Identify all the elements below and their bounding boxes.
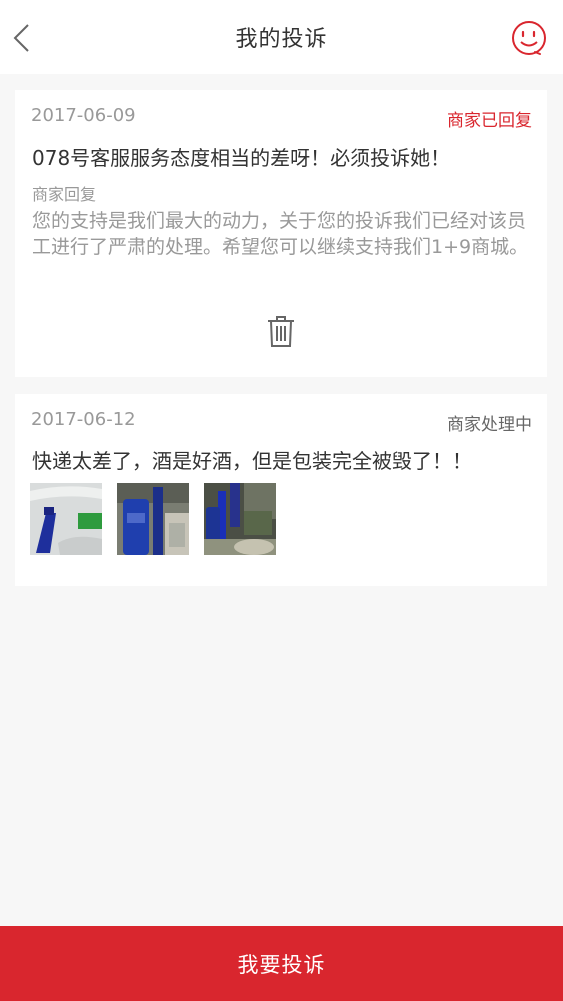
page-title: 我的投诉 bbox=[235, 27, 328, 52]
photo-thumbnail[interactable] bbox=[117, 483, 189, 555]
reply-label: 商家回复 bbox=[32, 185, 97, 204]
photo-list bbox=[30, 483, 276, 555]
complaint-text: 快递太差了，酒是好酒，但是包装完全被毁了！！ bbox=[32, 449, 472, 473]
status-badge: 商家已回复 bbox=[447, 111, 532, 131]
submit-complaint-button[interactable]: 我要投诉 bbox=[0, 926, 563, 1001]
complaint-card: 2017-06-12 商家处理中 快递太差了，酒是好酒，但是包装完全被毁了！！ bbox=[15, 394, 547, 586]
photo-thumbnail[interactable] bbox=[204, 483, 276, 555]
complaint-card: 2017-06-09 商家已回复 078号客服服务态度相当的差呀！必须投诉她！ … bbox=[15, 90, 547, 377]
trash-icon[interactable] bbox=[266, 315, 296, 349]
submit-complaint-label: 我要投诉 bbox=[237, 952, 326, 977]
app-root: 我的投诉 2017-06-09 商家已回复 078号客服服务态度相当的差呀！必须… bbox=[0, 0, 563, 1001]
smile-face-icon[interactable] bbox=[509, 18, 549, 58]
nav-bar: 我的投诉 bbox=[0, 0, 563, 74]
reply-text: 您的支持是我们最大的动力，关于您的投诉我们已经对该员工进行了严肃的处理。希望您可… bbox=[32, 210, 529, 258]
back-icon[interactable] bbox=[10, 22, 40, 54]
photo-thumbnail[interactable] bbox=[30, 483, 102, 555]
complaint-text: 078号客服服务态度相当的差呀！必须投诉她！ bbox=[32, 146, 451, 170]
complaint-date: 2017-06-12 bbox=[31, 409, 136, 430]
complaint-date: 2017-06-09 bbox=[31, 105, 136, 126]
status-badge: 商家处理中 bbox=[447, 415, 532, 435]
